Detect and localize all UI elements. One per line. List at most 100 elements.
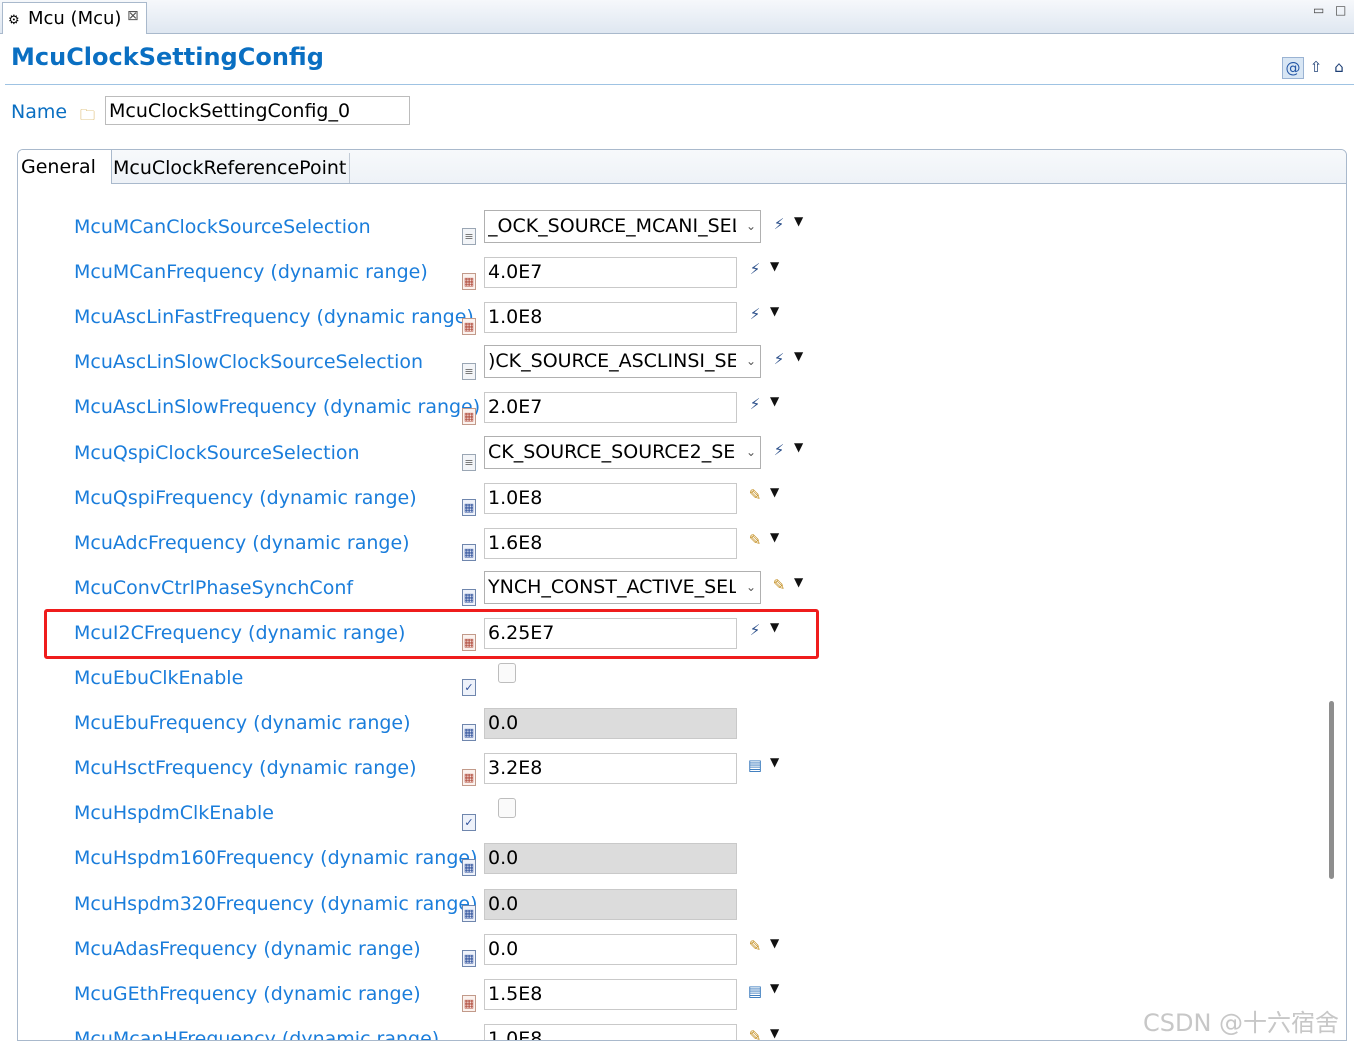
edit-icon[interactable]: ✎	[746, 484, 764, 506]
parameter-label[interactable]: McuMcanHFrequency (dynamic range)	[74, 1028, 439, 1040]
parameter-select[interactable]: )CK_SOURCE_ASCLINSI_SEL1 ⌄	[484, 345, 761, 378]
dropdown-arrow-icon[interactable]: ▼	[770, 755, 779, 769]
parameter-label[interactable]: McuAscLinSlowFrequency (dynamic range)	[74, 396, 480, 418]
vertical-scrollbar-thumb[interactable]	[1329, 701, 1334, 879]
parameter-label[interactable]: McuHspdmClkEnable	[74, 802, 274, 824]
header-divider	[5, 84, 1354, 85]
tab-mcu-clock-reference-point[interactable]: McuClockReferencePoint	[110, 153, 351, 183]
edit-icon[interactable]: ✎	[746, 529, 764, 551]
numeric-parameter-icon: ▦	[462, 589, 476, 606]
parameter-input[interactable]: 4.0E7	[484, 257, 737, 288]
parameter-input[interactable]: 1.5E8	[484, 979, 737, 1010]
parameter-label[interactable]: McuGEthFrequency (dynamic range)	[74, 983, 421, 1005]
dropdown-arrow-icon[interactable]: ▼	[794, 349, 803, 363]
parameter-label[interactable]: McuAscLinFastFrequency (dynamic range)	[74, 306, 474, 328]
numeric-parameter-icon: ▦	[462, 995, 476, 1012]
dropdown-arrow-icon[interactable]: ▼	[770, 936, 779, 950]
parameter-input[interactable]: 3.2E8	[484, 753, 737, 784]
numeric-parameter-icon: ▦	[462, 769, 476, 786]
parameter-input[interactable]: 2.0E7	[484, 392, 737, 423]
parameter-label[interactable]: McuHspdm160Frequency (dynamic range)	[74, 847, 478, 869]
calculate-icon[interactable]: ⚡	[770, 348, 788, 370]
help-icon[interactable]: @	[1282, 57, 1304, 79]
mcu-module-icon: ⚙	[8, 13, 20, 28]
dropdown-arrow-icon[interactable]: ▼	[770, 304, 779, 318]
parameter-row: McuMCanClockSourceSelection ≡ _OCK_SOURCE_…	[18, 210, 1318, 260]
parameter-select[interactable]: _OCK_SOURCE_MCANI_SEL1 ⌄	[484, 210, 761, 243]
parameter-label[interactable]: McuAscLinSlowClockSourceSelection	[74, 351, 423, 373]
maximize-icon[interactable]: □	[1335, 3, 1346, 17]
calculator-icon[interactable]: ▤	[746, 754, 764, 776]
calculator-icon[interactable]: ▤	[746, 980, 764, 1002]
parameter-row: McuAscLinSlowFrequency (dynamic range) ▦ 2…	[18, 392, 1318, 440]
parameter-row: McuMCanFrequency (dynamic range) ▦ 4.0E7 ⚡ ▼	[18, 257, 1318, 305]
calculate-icon[interactable]: ⚡	[746, 393, 764, 415]
parameter-label[interactable]: McuQspiFrequency (dynamic range)	[74, 487, 417, 509]
close-icon[interactable]: ⊠	[127, 1, 139, 32]
edit-icon[interactable]: ✎	[746, 935, 764, 957]
parameter-label[interactable]: McuQspiClockSourceSelection	[74, 442, 360, 464]
parameter-select[interactable]: CK_SOURCE_SOURCE2_SEL2 ⌄	[484, 436, 761, 469]
parameter-row: McuAscLinFastFrequency (dynamic range) ▦ 1…	[18, 302, 1318, 350]
select-value: )CK_SOURCE_ASCLINSI_SEL1	[488, 350, 736, 372]
home-icon[interactable]: ⌂	[1329, 57, 1349, 77]
parameter-label[interactable]: McuMCanFrequency (dynamic range)	[74, 261, 428, 283]
parameter-select[interactable]: YNCH_CONST_ACTIVE_SEL0 ⌄	[484, 571, 761, 604]
calculate-icon[interactable]: ⚡	[770, 213, 788, 235]
parameter-label[interactable]: McuMCanClockSourceSelection	[74, 216, 371, 238]
parameter-label[interactable]: McuHspdm320Frequency (dynamic range)	[74, 893, 478, 915]
parameter-row: McuQspiClockSourceSelection ≡ CK_SOURCE_SO…	[18, 436, 1318, 486]
dropdown-arrow-icon[interactable]: ▼	[770, 394, 779, 408]
editor-tab-bar: ⚙ Mcu (Mcu) ⊠ ▭ □	[0, 0, 1354, 34]
parameter-row: McuEbuFrequency (dynamic range) ▦ 0.0	[18, 708, 1318, 756]
dropdown-arrow-icon[interactable]: ▼	[770, 1026, 779, 1040]
parameter-input[interactable]: 1.6E8	[484, 528, 737, 559]
parameter-row: McuMcanHFrequency (dynamic range)▦1.0E8✎…	[18, 1024, 1318, 1040]
edit-icon[interactable]: ✎	[770, 574, 788, 596]
numeric-parameter-icon: ▦	[462, 950, 476, 967]
parameter-input[interactable]: 1.0E8	[484, 483, 737, 514]
chevron-down-icon[interactable]: ⌄	[746, 346, 756, 377]
name-input[interactable]: McuClockSettingConfig_0	[105, 96, 410, 125]
dropdown-arrow-icon[interactable]: ▼	[794, 575, 803, 589]
tab-strip: General McuClockReferencePoint	[18, 150, 1346, 184]
parameter-label[interactable]: McuI2CFrequency (dynamic range)	[74, 622, 405, 644]
parameter-checkbox[interactable]	[498, 798, 516, 818]
folder-icon: 🗀	[80, 106, 96, 124]
chevron-down-icon[interactable]: ⌄	[746, 572, 756, 603]
calculate-icon[interactable]: ⚡	[746, 258, 764, 280]
parameter-label[interactable]: McuAdcFrequency (dynamic range)	[74, 532, 410, 554]
parameter-row: McuHspdm160Frequency (dynamic range) ▦ 0.0	[18, 843, 1318, 891]
minimize-icon[interactable]: ▭	[1313, 3, 1324, 17]
dropdown-arrow-icon[interactable]: ▼	[770, 620, 779, 634]
parameter-label[interactable]: McuEbuFrequency (dynamic range)	[74, 712, 411, 734]
parameter-input[interactable]: 1.0E8	[484, 1024, 737, 1040]
dropdown-arrow-icon[interactable]: ▼	[770, 530, 779, 544]
parameter-list: McuMCanClockSourceSelection ≡ _OCK_SOURCE_…	[18, 184, 1318, 1040]
calculate-icon[interactable]: ⚡	[770, 439, 788, 461]
parameter-input[interactable]: 0.0	[484, 934, 737, 965]
chevron-down-icon[interactable]: ⌄	[746, 211, 756, 242]
up-arrow-icon[interactable]: ⇧	[1306, 57, 1326, 77]
dropdown-arrow-icon[interactable]: ▼	[794, 214, 803, 228]
numeric-parameter-icon: ▦	[462, 859, 476, 876]
dropdown-arrow-icon[interactable]: ▼	[770, 259, 779, 273]
parameter-label[interactable]: McuConvCtrlPhaseSynchConf	[74, 577, 353, 599]
calculate-icon[interactable]: ⚡	[746, 303, 764, 325]
tab-general[interactable]: General	[18, 150, 112, 184]
editor-tab-mcu[interactable]: ⚙ Mcu (Mcu) ⊠	[2, 2, 147, 34]
parameter-input[interactable]: 6.25E7	[484, 618, 737, 649]
parameter-checkbox[interactable]	[498, 663, 516, 683]
select-value: CK_SOURCE_SOURCE2_SEL2	[488, 441, 736, 463]
parameter-label[interactable]: McuEbuClkEnable	[74, 667, 243, 689]
numeric-parameter-icon: ▦	[462, 273, 476, 290]
dropdown-arrow-icon[interactable]: ▼	[794, 440, 803, 454]
calculate-icon[interactable]: ⚡	[746, 619, 764, 641]
parameter-label[interactable]: McuAdasFrequency (dynamic range)	[74, 938, 421, 960]
parameter-input[interactable]: 1.0E8	[484, 302, 737, 333]
dropdown-arrow-icon[interactable]: ▼	[770, 981, 779, 995]
edit-icon[interactable]: ✎	[746, 1025, 764, 1040]
dropdown-arrow-icon[interactable]: ▼	[770, 485, 779, 499]
chevron-down-icon[interactable]: ⌄	[746, 437, 756, 468]
parameter-label[interactable]: McuHsctFrequency (dynamic range)	[74, 757, 417, 779]
